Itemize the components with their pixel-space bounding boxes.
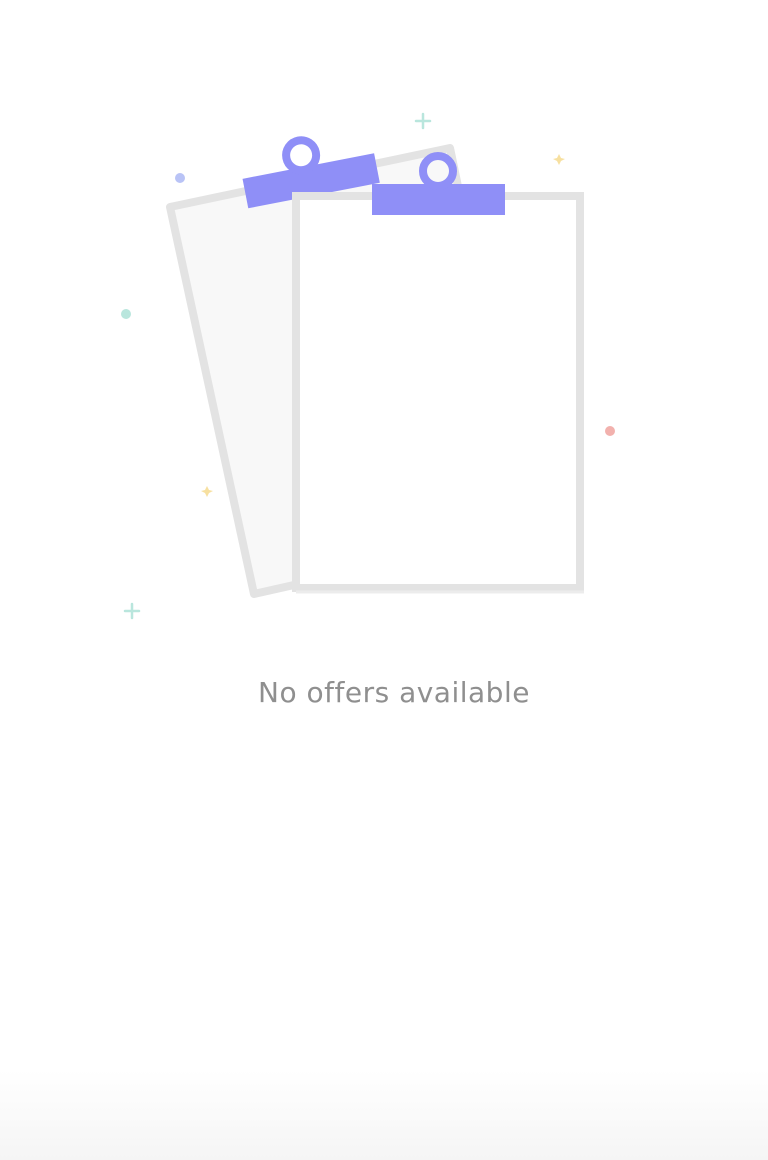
empty-state-message: No offers available	[258, 676, 530, 709]
empty-clipboards-icon	[121, 112, 615, 620]
bottom-fade	[0, 1070, 768, 1160]
empty-state: No offers available	[0, 0, 768, 1160]
front-clipboard	[292, 152, 584, 594]
